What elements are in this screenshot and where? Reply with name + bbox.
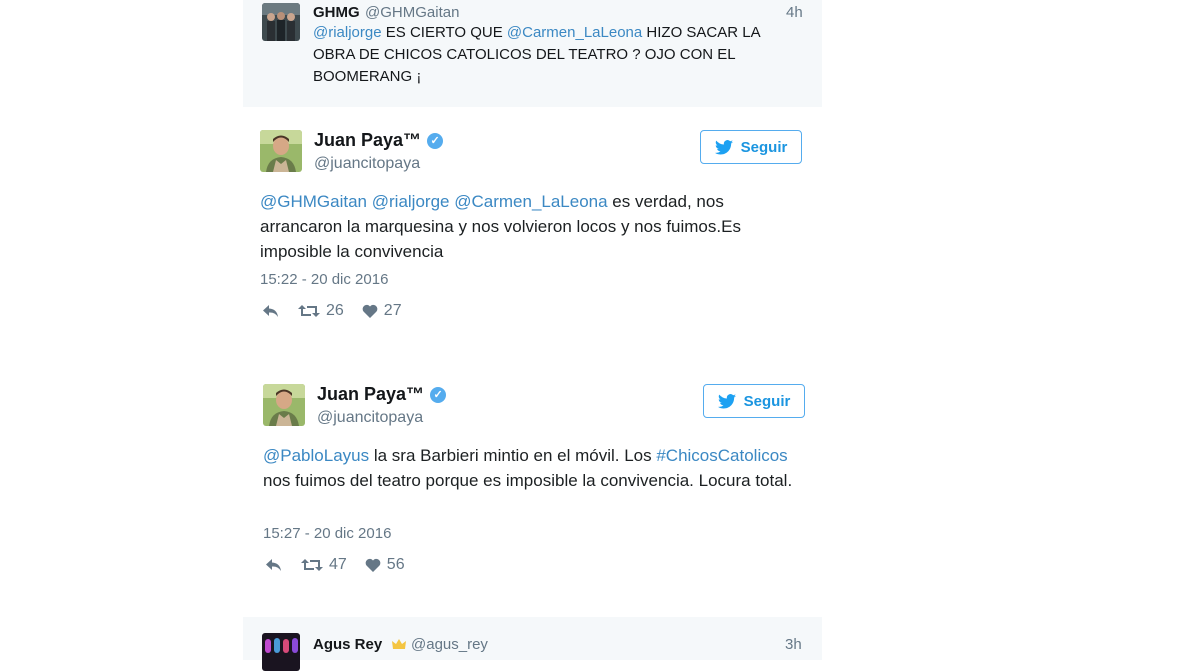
reply-icon — [266, 559, 281, 571]
retweet-button[interactable]: 26 — [298, 302, 344, 320]
embedded-tweet: Juan Paya™ ✓ @juancitopaya Seguir @Pablo… — [263, 382, 823, 582]
verified-icon: ✓ — [427, 132, 444, 149]
embedded-tweet: Juan Paya™ ✓ @juancitopaya Seguir @GHMGa… — [260, 128, 820, 328]
tweet-actions: 26 27 — [262, 302, 420, 320]
quoted-tweet-top[interactable]: GHMG @GHMGaitan 4h @rialjorge ES CIERTO … — [243, 0, 822, 107]
mention-link[interactable]: @rialjorge — [372, 192, 450, 211]
tweet-timestamp[interactable]: 15:27 - 20 dic 2016 — [263, 525, 391, 542]
quoted-author-name[interactable]: GHMG — [313, 4, 360, 21]
quoted-author-handle[interactable]: @agus_rey — [411, 636, 488, 653]
mention-link[interactable]: @Carmen_LaLeona — [454, 192, 607, 211]
quoted-author-name[interactable]: Agus Rey — [313, 636, 382, 653]
retweet-count: 47 — [329, 556, 347, 573]
quoted-timestamp[interactable]: 3h — [785, 636, 802, 653]
hashtag-link[interactable]: #ChicosCatolicos — [656, 446, 787, 465]
retweet-icon — [298, 305, 320, 317]
twitter-bird-icon — [714, 139, 733, 154]
author-handle[interactable]: @juancitopaya — [317, 409, 423, 427]
retweet-button[interactable]: 47 — [301, 556, 347, 574]
tweet-text: @PabloLayus la sra Barbieri mintio en el… — [263, 446, 793, 490]
twitter-bird-icon — [717, 393, 736, 408]
quoted-timestamp[interactable]: 4h — [786, 4, 803, 21]
tweet-timestamp[interactable]: 15:22 - 20 dic 2016 — [260, 271, 388, 288]
quoted-tweet-bottom[interactable]: Agus Rey @agus_rey 3h — [243, 617, 822, 671]
reply-icon — [263, 305, 278, 317]
heart-icon — [365, 558, 381, 572]
mention-link[interactable]: @Carmen_LaLeona — [507, 24, 642, 41]
retweet-icon — [301, 559, 323, 571]
author-name[interactable]: Juan Paya™ ✓ — [317, 384, 447, 405]
juan-paya-avatar[interactable] — [263, 384, 305, 426]
crown-icon — [392, 638, 406, 656]
verified-icon: ✓ — [430, 386, 447, 403]
follow-button[interactable]: Seguir — [700, 130, 802, 164]
author-name[interactable]: Juan Paya™ ✓ — [314, 130, 444, 151]
juan-paya-avatar[interactable] — [260, 130, 302, 172]
tweet-text: @GHMGaitan @rialjorge @Carmen_LaLeona es… — [260, 192, 741, 261]
quoted-author-handle[interactable]: @GHMGaitan — [365, 4, 459, 21]
quoted-tweet-text: @rialjorge ES CIERTO QUE @Carmen_LaLeona… — [313, 24, 760, 85]
author-handle[interactable]: @juancitopaya — [314, 155, 420, 173]
reply-button[interactable] — [265, 558, 283, 572]
mention-link[interactable]: @rialjorge — [313, 24, 382, 41]
ghmg-avatar[interactable] — [262, 3, 300, 41]
tweet-actions: 47 56 — [265, 556, 423, 574]
like-button[interactable]: 27 — [362, 302, 402, 320]
retweet-count: 26 — [326, 302, 344, 319]
mention-link[interactable]: @GHMGaitan — [260, 192, 367, 211]
like-button[interactable]: 56 — [365, 556, 405, 574]
like-count: 27 — [383, 302, 402, 319]
like-count: 56 — [386, 556, 405, 573]
follow-button[interactable]: Seguir — [703, 384, 805, 418]
mention-link[interactable]: @PabloLayus — [263, 446, 369, 465]
heart-icon — [362, 304, 378, 318]
agus-rey-avatar[interactable] — [262, 633, 300, 671]
reply-button[interactable] — [262, 304, 280, 318]
